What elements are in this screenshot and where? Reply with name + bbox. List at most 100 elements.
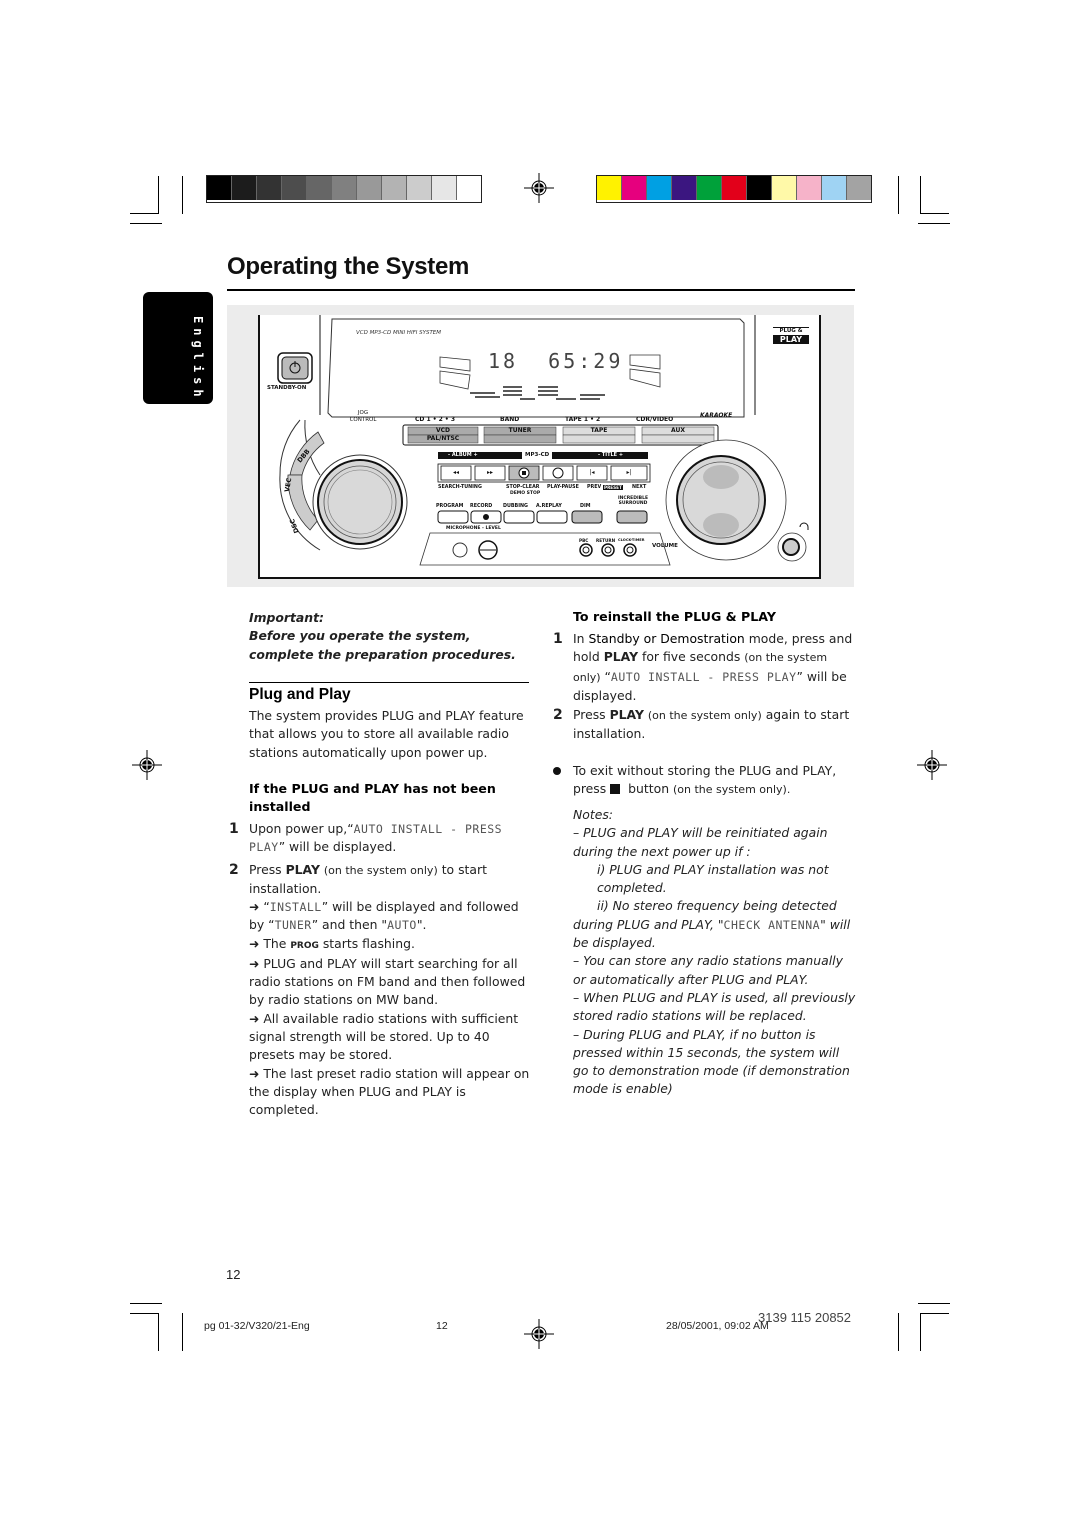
color-swatch [847, 176, 871, 200]
crop-mark [182, 176, 183, 214]
section-rule [249, 682, 529, 683]
result-text: PLUG and PLAY will start searching for a… [249, 955, 526, 1008]
note-item: – During PLUG and PLAY, if no button is … [573, 1026, 850, 1097]
step-text: Press [249, 862, 286, 877]
next-button[interactable]: ▸| [611, 466, 647, 480]
source-button-aux[interactable]: AUX [642, 427, 714, 434]
color-swatch [282, 176, 307, 200]
crop-mark [920, 213, 949, 214]
color-swatch [697, 176, 722, 200]
source-button-vcd[interactable]: VCD PAL/NTSC [408, 427, 478, 443]
transport-label: PLAY-PAUSE [547, 485, 579, 490]
rewind-button[interactable]: ◂◂ [441, 466, 471, 480]
color-swatch [722, 176, 747, 200]
source-button-tuner[interactable]: TUNER [484, 427, 556, 434]
note-item: – PLUG and PLAY will be reinitiated agai… [573, 825, 828, 859]
color-swatch [457, 176, 481, 200]
play-pause-button[interactable] [543, 466, 573, 480]
page-number: 12 [226, 1267, 241, 1282]
album-label: - ALBUM + [448, 452, 478, 458]
lcd-text: CHECK ANTENNA [723, 917, 821, 932]
crop-mark [918, 1303, 950, 1304]
preset-label: PRESET [603, 485, 623, 490]
intro-paragraph: The system provides PLUG and PLAY featur… [249, 708, 524, 760]
a-replay-button[interactable] [537, 511, 567, 523]
volume-label: VOLUME [652, 543, 678, 549]
result-text: starts flashing. [318, 935, 415, 951]
color-swatch [797, 176, 822, 200]
lcd-text: INSTALL [269, 900, 322, 914]
standby-button[interactable] [278, 352, 312, 382]
color-swatch [357, 176, 382, 200]
color-swatch [647, 176, 672, 200]
color-swatch [207, 176, 232, 200]
transport-label: STOP-CLEAR [506, 485, 540, 490]
color-swatch [382, 176, 407, 200]
notes: Notes: – PLUG and PLAY will be reinitiat… [573, 806, 858, 1099]
document-code: 3139 115 20852 [758, 1310, 852, 1325]
stop-button[interactable] [509, 466, 539, 480]
language-tab-label: English [191, 316, 205, 402]
color-swatch [232, 176, 257, 200]
step-text: Upon power up,“ [249, 821, 354, 836]
result-text: The last preset radio station will appea… [249, 1065, 530, 1118]
step-text: In [573, 631, 589, 646]
color-swatch [332, 176, 357, 200]
fast-forward-button[interactable]: ▸▸ [475, 466, 505, 480]
result-text: All available radio stations with suffic… [249, 1010, 519, 1063]
color-swatch [432, 176, 457, 200]
play-key: PLAY [285, 862, 320, 877]
result-stored: ➜ All available radio stations with suff… [249, 1010, 519, 1063]
important-text: Before you operate the system, complete … [249, 628, 516, 662]
program-button[interactable] [438, 511, 468, 523]
registration-mark-icon [524, 1319, 554, 1349]
crop-mark [920, 1313, 921, 1351]
incredible-surround-button[interactable] [617, 511, 647, 523]
result-install: ➜ “INSTALL” will be displayed and follow… [249, 899, 519, 933]
result-text: ” and then " [311, 917, 388, 933]
notes-label: Notes: [573, 807, 613, 822]
note-item: – You can store any radio stations manua… [573, 953, 843, 987]
prev-button[interactable]: |◂ [577, 466, 607, 480]
play-key: PLAY [603, 649, 639, 665]
model-label: VCD MP3-CD MINI HIFI SYSTEM [356, 330, 442, 336]
source-top-label: CD 1 • 2 • 3 [415, 416, 456, 423]
step-note: (on the system only). [672, 783, 791, 797]
step-text: ” will be displayed. [278, 839, 397, 855]
volume-knob[interactable] [665, 439, 787, 561]
play-key: PLAY [609, 707, 644, 722]
crop-mark [918, 223, 950, 224]
color-swatch [307, 176, 332, 200]
color-swatch [772, 176, 797, 200]
record-button[interactable] [471, 511, 501, 523]
lcd-text: TUNER [274, 918, 312, 933]
result-searching: ➜ PLUG and PLAY will start searching for… [249, 955, 526, 1008]
note-item: – When PLUG and PLAY is used, all previo… [573, 989, 856, 1024]
headphones-icon [799, 522, 809, 530]
title-label: - TITLE + [598, 452, 624, 458]
dubbing-button[interactable] [504, 511, 534, 523]
crop-mark [182, 1313, 183, 1351]
sheet-number: 12 [436, 1320, 448, 1332]
exit-bullet: To exit without storing the PLUG and PLA… [553, 762, 858, 800]
color-bar [596, 175, 872, 203]
color-swatch [597, 176, 622, 200]
mode-text: Standby or Demostration [588, 631, 745, 646]
transport-label: PREV [587, 485, 602, 490]
dim-button[interactable] [572, 511, 602, 523]
step-1: 1 Upon power up,“AUTO INSTALL - PRESS PL… [229, 820, 529, 857]
section-title: Plug and Play [249, 686, 351, 703]
important-label: Important: [249, 610, 324, 625]
function-label: A.REPLAY [536, 504, 562, 509]
subheading-not-installed: If the PLUG and PLAY has not been instal… [249, 781, 496, 815]
subheading-reinstall: To reinstall the PLUG & PLAY [573, 609, 776, 624]
timestamp: 28/05/2001, 09:02 AM [666, 1320, 769, 1332]
lcd-text: AUTO [387, 918, 417, 933]
source-button-tape[interactable]: TAPE [563, 427, 635, 434]
color-swatch [672, 176, 697, 200]
crop-mark [158, 176, 159, 214]
crop-mark [158, 1313, 159, 1351]
source-top-label: BAND [500, 416, 520, 423]
registration-mark-icon [917, 750, 947, 780]
step-number: 2 [553, 707, 563, 723]
